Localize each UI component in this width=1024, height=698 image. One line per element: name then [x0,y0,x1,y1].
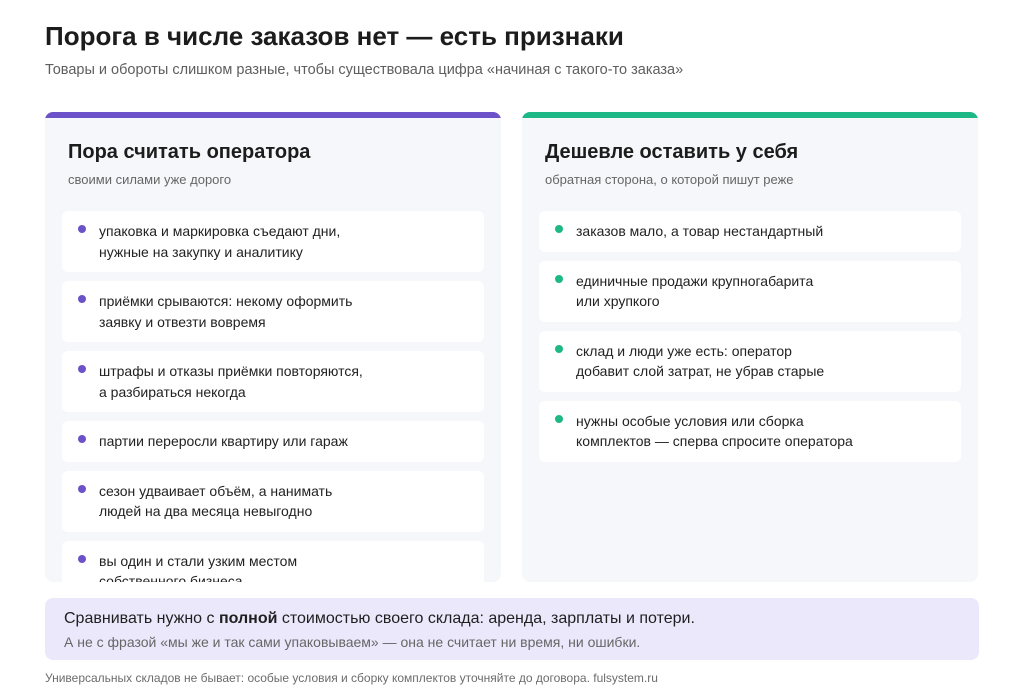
list-item: единичные продажи крупногабарита или хру… [539,260,961,322]
list-item-text: вы один и стали узким местом собственног… [99,552,298,583]
list-item-text: упаковка и маркировка съедают дни, нужны… [99,223,341,260]
list-item: партии переросли квартиру или гараж [62,421,484,462]
list-item: штрафы и отказы приёмки повторяются, а р… [62,351,484,412]
list-item: нужны особые условия или сборка комплект… [539,400,961,462]
bullet-dot-icon [78,554,86,563]
list-item-text: сезон удваивает объём, а нанимать людей … [99,482,333,520]
card-hire-operator: Пора считать оператора своими силами уже… [45,112,501,582]
list-item-text: нужны особые условия или сборка комплект… [576,412,853,450]
list-item-text: единичные продажи крупногабарита или хру… [576,272,814,310]
page-subtitle: Товары и обороты слишком разные, чтобы с… [45,62,684,78]
bullet-dot-icon [78,295,86,303]
list-item: сезон удваивает объём, а нанимать людей … [62,470,484,532]
bullet-dot-icon [555,414,563,423]
list-item: упаковка и маркировка съедают дни, нужны… [62,211,484,272]
footer-disclaimer: Универсальных складов не бывает: особые … [45,671,658,685]
list-item: заказов мало, а товар нестандартный [539,211,961,252]
page-title: Порога в числе заказов нет — есть призна… [45,21,624,51]
bullet-dot-icon [555,344,563,353]
card-accent-bar [522,112,978,118]
summary-note: Сравнивать нужно с полной стоимостью сво… [45,598,979,660]
summary-main-text: Сравнивать нужно с полной стоимостью сво… [64,609,960,629]
summary-text-start: Сравнивать нужно с [64,610,219,627]
list-item-text: приёмки срываются: некому оформить заявк… [99,293,353,330]
bullet-dot-icon [78,484,86,493]
card-title: Пора считать оператора [68,141,311,163]
list-item-text: штрафы и отказы приёмки повторяются, а р… [99,363,363,400]
bullet-dot-icon [78,225,86,233]
card-title: Дешевле оставить у себя [545,141,799,163]
list-item-text: партии переросли квартиру или гараж [99,433,348,449]
summary-sub-text: А не с фразой «мы же и так сами упаковыв… [64,634,641,650]
summary-emphasis: полной [218,610,278,627]
card-items: упаковка и маркировка съедают дни, нужны… [62,211,484,582]
summary-text-end: стоимостью своего склада: аренда, зарпла… [277,610,695,627]
card-keep-in-house: Дешевле оставить у себя обратная сторона… [522,112,978,582]
card-accent-bar [45,112,501,118]
list-item: вы один и стали узким местом собственног… [62,540,484,583]
card-items: заказов мало, а товар нестандартный един… [539,211,961,471]
card-subtitle: своими силами уже дорого [68,172,232,187]
list-item-text: заказов мало, а товар нестандартный [576,223,824,239]
bullet-dot-icon [78,365,86,373]
list-item: склад и люди уже есть: оператор добавит … [539,330,961,392]
bullet-dot-icon [78,435,86,443]
list-item: приёмки срываются: некому оформить заявк… [62,281,484,342]
bullet-dot-icon [555,225,563,233]
card-subtitle: обратная сторона, о которой пишут реже [545,172,794,187]
list-item-text: склад и люди уже есть: оператор добавит … [576,342,825,380]
bullet-dot-icon [555,274,563,283]
